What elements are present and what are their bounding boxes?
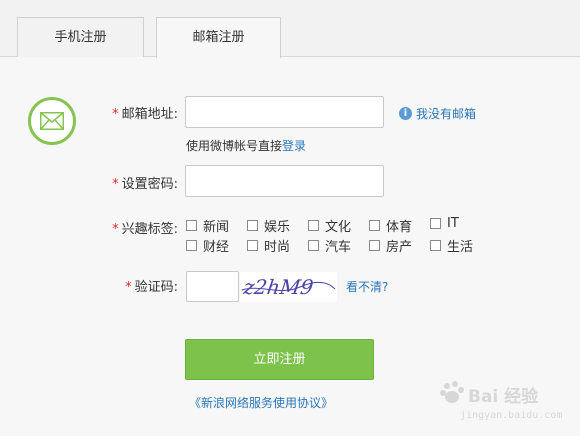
password-label-text: 设置密码: (121, 177, 178, 192)
watermark-text: Bai 经验 (468, 387, 539, 407)
captcha-input[interactable] (186, 271, 239, 302)
interest-label: 生活 (447, 240, 474, 255)
email-label-text: 邮箱地址: (121, 107, 178, 122)
email-label: * 邮箱地址: (68, 103, 178, 122)
required-mark: * (125, 280, 132, 295)
interest-checkbox-realestate[interactable]: 房产 (369, 236, 412, 255)
info-icon: i (399, 107, 412, 120)
checkbox-box[interactable] (369, 220, 380, 231)
interest-checkbox-life[interactable]: 生活 (430, 236, 473, 255)
tab-bar: 手机注册 邮箱注册 (0, 0, 580, 58)
captcha-label-text: 验证码: (134, 280, 178, 295)
checkbox-box[interactable] (369, 240, 380, 251)
interests-label: * 兴趣标签: (68, 218, 178, 237)
weibo-login-hint: 使用微博帐号直接登录 (186, 137, 306, 154)
interest-label: 文化 (325, 220, 352, 235)
required-mark: * (112, 222, 119, 237)
interest-label: IT (447, 216, 459, 231)
interest-label: 汽车 (325, 240, 352, 255)
interest-label: 时尚 (264, 240, 291, 255)
password-input[interactable] (185, 165, 384, 197)
checkbox-box[interactable] (247, 220, 258, 231)
service-agreement-link[interactable]: 《新浪网络服务使用协议》 (189, 394, 333, 411)
password-label: * 设置密码: (68, 173, 178, 192)
captcha-text: z2hM9 (241, 275, 315, 299)
no-email-link[interactable]: i 我没有邮箱 (399, 105, 476, 122)
interest-checkbox-auto[interactable]: 汽车 (308, 236, 351, 255)
interest-checkbox-fashion[interactable]: 时尚 (247, 236, 290, 255)
tab-phone-register[interactable]: 手机注册 (17, 17, 144, 57)
interest-checkbox-it[interactable]: IT (430, 216, 459, 231)
checkbox-box[interactable] (430, 218, 441, 229)
checkbox-box[interactable] (186, 220, 197, 231)
hint-text: 使用微博帐号直接 (186, 139, 283, 153)
checkbox-box[interactable] (247, 240, 258, 251)
checkbox-box[interactable] (430, 240, 441, 251)
paw-icon (440, 381, 464, 403)
interests-label-text: 兴趣标签: (121, 222, 178, 237)
checkbox-box[interactable] (308, 220, 319, 231)
tab-email-register[interactable]: 邮箱注册 (156, 17, 281, 58)
interest-label: 娱乐 (264, 220, 291, 235)
interest-checkbox-entertainment[interactable]: 娱乐 (247, 216, 290, 235)
checkbox-box[interactable] (308, 240, 319, 251)
interest-label: 体育 (386, 220, 413, 235)
no-email-text[interactable]: 我没有邮箱 (416, 105, 476, 122)
interest-checkbox-finance[interactable]: 财经 (186, 236, 229, 255)
email-input[interactable] (185, 96, 384, 128)
interest-checkbox-news[interactable]: 新闻 (186, 216, 229, 235)
captcha-label: * 验证码: (68, 276, 178, 295)
captcha-image[interactable]: z2hM9 (240, 272, 337, 302)
interest-label: 新闻 (203, 220, 230, 235)
register-now-button[interactable]: 立即注册 (185, 339, 374, 380)
required-mark: * (112, 177, 119, 192)
watermark-url: jingyan.baidu.com (460, 410, 563, 421)
required-mark: * (112, 107, 119, 122)
interest-label: 房产 (386, 240, 413, 255)
interest-checkbox-culture[interactable]: 文化 (308, 216, 351, 235)
captcha-refresh-link[interactable]: 看不清? (346, 278, 388, 295)
weibo-login-link[interactable]: 登录 (282, 139, 306, 153)
checkbox-box[interactable] (186, 240, 197, 251)
baidu-jingyan-watermark: Bai 经验 jingyan.baidu.com (438, 372, 578, 432)
interest-label: 财经 (203, 240, 230, 255)
interest-checkbox-sports[interactable]: 体育 (369, 216, 412, 235)
